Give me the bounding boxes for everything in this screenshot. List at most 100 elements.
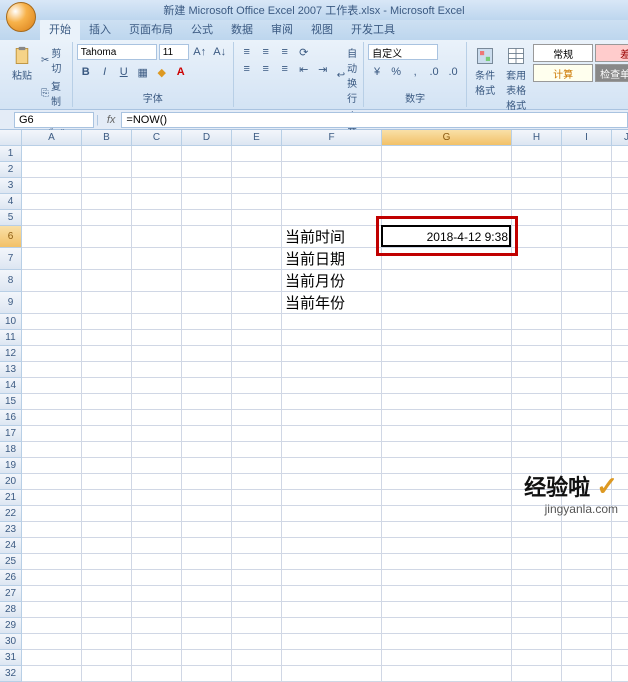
font-color-icon[interactable]: A <box>172 64 190 80</box>
cell-G7[interactable] <box>382 248 512 270</box>
tab-开发工具[interactable]: 开发工具 <box>342 18 404 40</box>
format-table-button[interactable]: 套用表格格式 <box>502 44 530 114</box>
align-right-icon[interactable]: ≡ <box>276 61 294 77</box>
cell-F2[interactable] <box>282 162 382 178</box>
cell-F23[interactable] <box>282 522 382 538</box>
cell-B13[interactable] <box>82 362 132 378</box>
cell-A5[interactable] <box>22 210 82 226</box>
cell-D29[interactable] <box>182 618 232 634</box>
cell-B5[interactable] <box>82 210 132 226</box>
cell-B32[interactable] <box>82 666 132 682</box>
cell-I7[interactable] <box>562 248 612 270</box>
col-header-A[interactable]: A <box>22 130 82 146</box>
cell-D3[interactable] <box>182 178 232 194</box>
cell-A26[interactable] <box>22 570 82 586</box>
cell-F5[interactable] <box>282 210 382 226</box>
cell-J11[interactable] <box>612 330 628 346</box>
style-check[interactable]: 检查单元格 <box>595 64 628 82</box>
cell-C32[interactable] <box>132 666 182 682</box>
row-header-13[interactable]: 13 <box>0 362 22 378</box>
cell-H8[interactable] <box>512 270 562 292</box>
cell-A32[interactable] <box>22 666 82 682</box>
row-header-3[interactable]: 3 <box>0 178 22 194</box>
cell-A25[interactable] <box>22 554 82 570</box>
cell-G15[interactable] <box>382 394 512 410</box>
cell-I13[interactable] <box>562 362 612 378</box>
formula-bar[interactable]: =NOW() <box>121 112 628 128</box>
cell-A2[interactable] <box>22 162 82 178</box>
cell-G14[interactable] <box>382 378 512 394</box>
cell-J29[interactable] <box>612 618 628 634</box>
cell-E15[interactable] <box>232 394 282 410</box>
cell-A22[interactable] <box>22 506 82 522</box>
cell-H14[interactable] <box>512 378 562 394</box>
row-header-26[interactable]: 26 <box>0 570 22 586</box>
cell-A3[interactable] <box>22 178 82 194</box>
cell-E14[interactable] <box>232 378 282 394</box>
cell-J25[interactable] <box>612 554 628 570</box>
name-box[interactable]: G6 <box>14 112 94 128</box>
cell-C3[interactable] <box>132 178 182 194</box>
cell-G3[interactable] <box>382 178 512 194</box>
cell-H26[interactable] <box>512 570 562 586</box>
cell-B1[interactable] <box>82 146 132 162</box>
cell-E27[interactable] <box>232 586 282 602</box>
cell-F10[interactable] <box>282 314 382 330</box>
cell-A8[interactable] <box>22 270 82 292</box>
cell-B31[interactable] <box>82 650 132 666</box>
cell-I26[interactable] <box>562 570 612 586</box>
cell-A10[interactable] <box>22 314 82 330</box>
cell-G4[interactable] <box>382 194 512 210</box>
cell-C10[interactable] <box>132 314 182 330</box>
row-header-7[interactable]: 7 <box>0 248 22 270</box>
cell-E24[interactable] <box>232 538 282 554</box>
cell-B28[interactable] <box>82 602 132 618</box>
col-header-J[interactable]: J <box>612 130 628 146</box>
cell-D6[interactable] <box>182 226 232 248</box>
cell-G11[interactable] <box>382 330 512 346</box>
cell-H28[interactable] <box>512 602 562 618</box>
cell-B11[interactable] <box>82 330 132 346</box>
cell-D13[interactable] <box>182 362 232 378</box>
cell-C27[interactable] <box>132 586 182 602</box>
cell-F20[interactable] <box>282 474 382 490</box>
cell-E23[interactable] <box>232 522 282 538</box>
cell-C7[interactable] <box>132 248 182 270</box>
increase-font-icon[interactable]: A↑ <box>191 44 209 60</box>
cell-E3[interactable] <box>232 178 282 194</box>
cell-E5[interactable] <box>232 210 282 226</box>
cell-F19[interactable] <box>282 458 382 474</box>
select-all-corner[interactable] <box>0 130 22 146</box>
align-center-icon[interactable]: ≡ <box>257 61 275 77</box>
cell-E18[interactable] <box>232 442 282 458</box>
cell-D22[interactable] <box>182 506 232 522</box>
cell-J14[interactable] <box>612 378 628 394</box>
cell-G29[interactable] <box>382 618 512 634</box>
cell-I12[interactable] <box>562 346 612 362</box>
cell-C6[interactable] <box>132 226 182 248</box>
cell-F26[interactable] <box>282 570 382 586</box>
cell-G25[interactable] <box>382 554 512 570</box>
row-header-2[interactable]: 2 <box>0 162 22 178</box>
cell-J26[interactable] <box>612 570 628 586</box>
cell-A11[interactable] <box>22 330 82 346</box>
row-header-20[interactable]: 20 <box>0 474 22 490</box>
cell-A1[interactable] <box>22 146 82 162</box>
bold-icon[interactable]: B <box>77 64 95 80</box>
row-header-8[interactable]: 8 <box>0 270 22 292</box>
tab-页面布局[interactable]: 页面布局 <box>120 18 182 40</box>
cell-F29[interactable] <box>282 618 382 634</box>
row-header-4[interactable]: 4 <box>0 194 22 210</box>
indent-inc-icon[interactable]: ⇥ <box>314 61 332 77</box>
cell-E13[interactable] <box>232 362 282 378</box>
cell-I4[interactable] <box>562 194 612 210</box>
col-header-G[interactable]: G <box>382 130 512 146</box>
cell-E19[interactable] <box>232 458 282 474</box>
cell-J2[interactable] <box>612 162 628 178</box>
cell-A9[interactable] <box>22 292 82 314</box>
cell-B21[interactable] <box>82 490 132 506</box>
cell-D15[interactable] <box>182 394 232 410</box>
cell-E4[interactable] <box>232 194 282 210</box>
cell-G27[interactable] <box>382 586 512 602</box>
cell-D11[interactable] <box>182 330 232 346</box>
